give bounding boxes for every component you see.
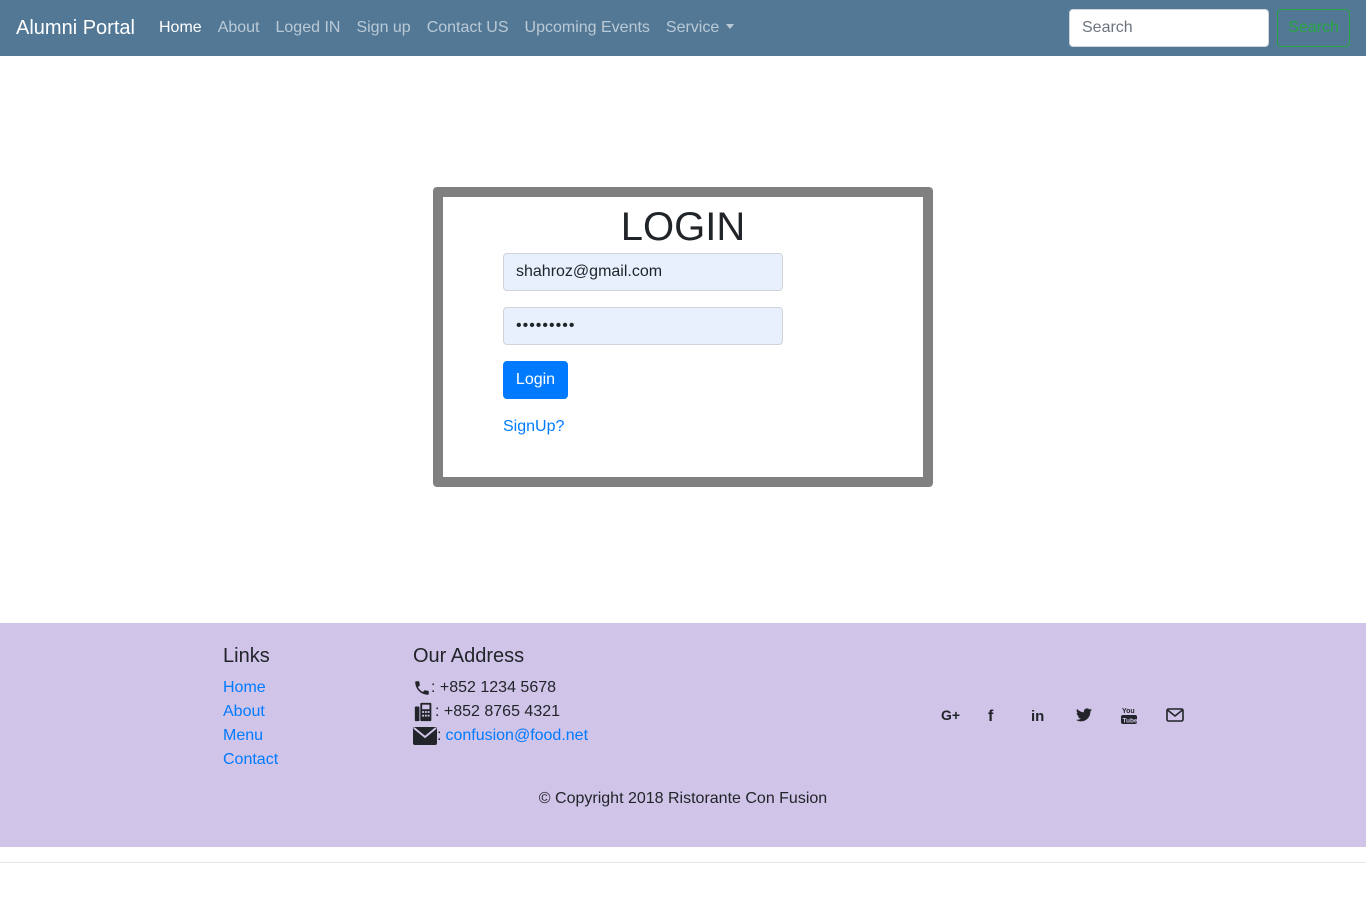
email-prefix: : xyxy=(437,727,442,744)
fax-icon xyxy=(414,702,432,722)
nav-contact-us[interactable]: Contact US xyxy=(427,18,509,38)
divider xyxy=(0,862,1366,863)
nav-about[interactable]: About xyxy=(218,18,260,38)
social-icons: G+ f in You Tube xyxy=(941,705,1211,725)
phone-text: : +852 1234 5678 xyxy=(431,679,557,696)
caret-down-icon xyxy=(726,24,735,29)
phone-row: : +852 1234 5678 xyxy=(413,676,588,700)
youtube-icon[interactable]: You Tube xyxy=(1121,705,1166,725)
svg-text:You: You xyxy=(1122,708,1135,715)
fax-text: : +852 8765 4321 xyxy=(435,703,561,720)
nav-links: Home About Loged IN Sign up Contact US U… xyxy=(159,18,750,38)
svg-text:in: in xyxy=(1031,708,1044,723)
svg-text:G+: G+ xyxy=(941,708,960,722)
nav-sign-up[interactable]: Sign up xyxy=(356,18,410,38)
top-navbar: Alumni Portal Home About Loged IN Sign u… xyxy=(0,0,1366,56)
footer-link-contact[interactable]: Contact xyxy=(223,748,278,772)
nav-home[interactable]: Home xyxy=(159,18,202,38)
facebook-icon[interactable]: f xyxy=(986,705,1031,725)
fax-row: : +852 8765 4321 xyxy=(413,700,588,724)
footer-link-home[interactable]: Home xyxy=(223,676,278,700)
footer-email-link[interactable]: confusion@food.net xyxy=(445,724,588,748)
email-field[interactable] xyxy=(503,253,783,291)
linkedin-icon[interactable]: in xyxy=(1031,705,1076,725)
links-heading: Links xyxy=(223,645,270,667)
signup-link[interactable]: SignUp? xyxy=(503,418,564,436)
login-title: LOGIN xyxy=(620,205,746,249)
login-box: LOGIN Login SignUp? xyxy=(433,187,933,487)
brand-title[interactable]: Alumni Portal xyxy=(16,16,135,40)
search-button[interactable]: Search xyxy=(1277,9,1350,47)
google-plus-icon[interactable]: G+ xyxy=(941,705,986,725)
nav-upcoming-events[interactable]: Upcoming Events xyxy=(525,18,650,38)
footer: Links Home About Menu Contact Our Addres… xyxy=(0,623,1366,847)
nav-loged-in[interactable]: Loged IN xyxy=(276,18,341,38)
copyright: © Copyright 2018 Ristorante Con Fusion xyxy=(538,790,828,807)
email-row: : confusion@food.net xyxy=(413,724,588,748)
twitter-icon[interactable] xyxy=(1076,705,1121,725)
address-block: : +852 1234 5678 : +852 8765 4321 : conf… xyxy=(413,676,588,748)
nav-service-label: Service xyxy=(665,19,720,36)
login-button[interactable]: Login xyxy=(503,361,568,399)
svg-text:f: f xyxy=(988,708,994,723)
password-field[interactable] xyxy=(503,307,783,345)
svg-text:Tube: Tube xyxy=(1123,718,1138,725)
address-heading: Our Address xyxy=(413,645,525,667)
phone-icon xyxy=(415,681,429,695)
mail-icon[interactable] xyxy=(1166,705,1211,725)
search-input[interactable] xyxy=(1069,9,1269,47)
nav-service-dropdown[interactable]: Service xyxy=(665,18,735,38)
envelope-icon xyxy=(413,727,437,745)
footer-link-menu[interactable]: Menu xyxy=(223,724,278,748)
footer-links: Home About Menu Contact xyxy=(223,676,278,772)
footer-link-about[interactable]: About xyxy=(223,700,278,724)
